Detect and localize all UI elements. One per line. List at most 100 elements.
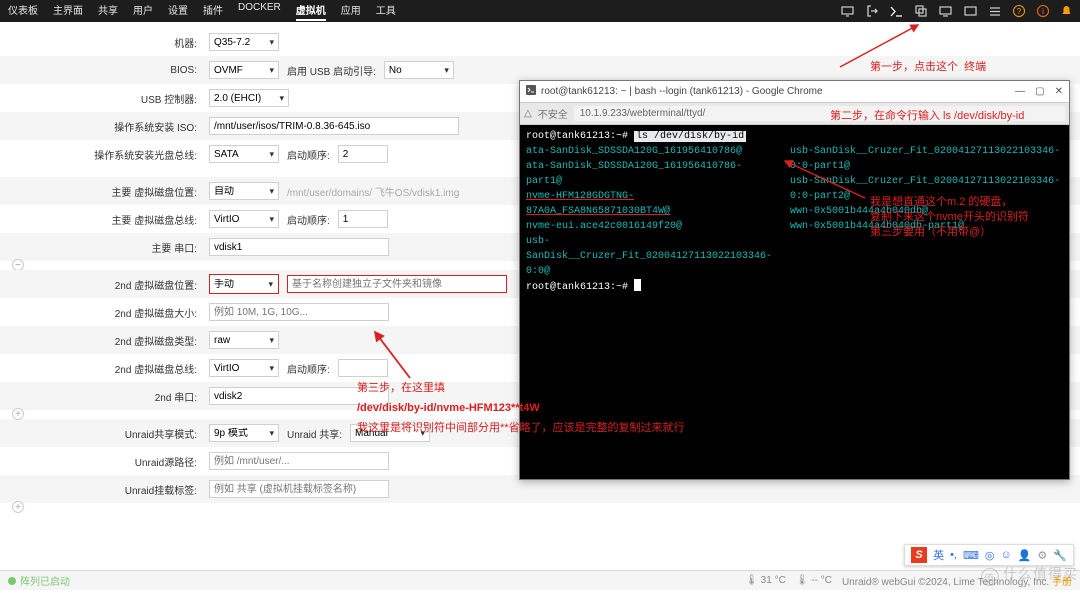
lbl-bios: BIOS: [0,65,205,76]
monitor-icon[interactable] [964,6,977,17]
lbl-boot-order-1: 启动顺序: [287,212,330,227]
lbl-isobus: 操作系统安装光盘总线: [0,147,205,162]
help-icon[interactable]: ? [1013,5,1025,17]
lbl-srcpath: Unraid源路径: [0,454,205,469]
select-vdisk2-type[interactable]: raw [209,331,279,349]
status-dot-icon [8,577,16,585]
input-vdisk2-size[interactable] [209,303,389,321]
terminal-icon[interactable] [890,6,903,17]
ime-wrench-icon[interactable]: 🔧 [1053,549,1067,562]
input-serial2[interactable] [209,387,389,405]
ime-person-icon[interactable]: 👤 [1018,549,1032,562]
terminal-favicon-icon [526,85,536,98]
input-serial1[interactable] [209,238,389,256]
ime-keyboard-icon[interactable]: ⌨ [963,549,979,562]
select-iso-bus[interactable]: SATA [209,145,279,163]
terminal-addressbar: △ 不安全 10.1.9.233/webterminal/ttyd/ [520,103,1069,125]
nav-docker[interactable]: DOCKER [238,2,281,21]
screen-icon[interactable] [841,6,854,17]
minimize-icon[interactable]: — [1015,86,1025,97]
input-boot-order-iso[interactable] [338,145,388,163]
maximize-icon[interactable]: ▢ [1035,86,1044,97]
select-vdisk1-bus[interactable]: VirtIO [209,210,279,228]
add-vdisk-button[interactable]: + [12,408,24,420]
prompt: root@tank61213:~# [526,131,628,142]
input-src-path[interactable] [209,452,389,470]
select-unraid-share[interactable]: Manual [350,424,430,442]
manual-link[interactable]: 手册 [1052,577,1072,588]
select-bios[interactable]: OVMF [209,61,279,79]
ime-lang[interactable]: 英 [933,547,944,563]
nav-menu: 仪表板 主界面 共享 用户 设置 插件 DOCKER 虚拟机 应用 工具 [8,2,396,21]
terminal-title: root@tank61213: ~ | bash --login (tank61… [541,86,823,97]
add-share-button[interactable]: + [12,501,24,513]
nav-shares[interactable]: 共享 [98,2,118,21]
input-vdisk2-path[interactable] [287,275,507,293]
lbl-boot-order-iso: 启动顺序: [287,147,330,162]
copy-icon[interactable] [915,5,927,17]
term-line: nvme-eui.ace42c0016149f20@ [526,219,772,234]
lbl-vdisk2bus: 2nd 虚拟磁盘总线: [0,361,205,376]
lbl-unraid-share: Unraid 共享: [287,426,342,441]
ime-settings-icon[interactable]: ⚙ [1037,549,1047,562]
term-line: wwn-0x5001b444a4b040db@ [790,204,1063,219]
nav-vms[interactable]: 虚拟机 [296,2,326,21]
display-icon[interactable] [939,6,952,17]
select-vdisk1-loc[interactable]: 自动 [209,182,279,200]
nav-main[interactable]: 主界面 [53,2,83,21]
close-icon[interactable]: ✕ [1055,86,1063,97]
terminal-titlebar[interactable]: root@tank61213: ~ | bash --login (tank61… [520,81,1069,103]
nav-users[interactable]: 用户 [133,2,153,21]
terminal-url[interactable]: 10.1.9.233/webterminal/ttyd/ [574,106,1065,121]
list-icon[interactable] [989,6,1001,17]
nav-right-icons: ? i [841,5,1072,17]
select-vdisk2-loc[interactable]: 手动 [210,275,278,293]
ime-clipboard-icon[interactable]: ◎ [985,549,995,562]
lbl-boot-order-2: 启动顺序: [287,361,330,376]
nav-dashboard[interactable]: 仪表板 [8,2,38,21]
lbl-usbc: USB 控制器: [0,91,205,106]
insecure-icon: △ [524,108,532,119]
nav-tools[interactable]: 工具 [376,2,396,21]
input-mount-tag[interactable] [209,480,389,498]
select-share-mode[interactable]: 9p 模式 [209,424,279,442]
term-line: usb-SanDisk__Cruzer_Fit_0200412711302210… [790,144,1063,174]
ime-punct-icon[interactable]: •, [950,549,957,561]
cursor-icon [634,279,641,291]
top-navbar: 仪表板 主界面 共享 用户 设置 插件 DOCKER 虚拟机 应用 工具 ? i [0,0,1080,22]
select-vdisk2-bus[interactable]: VirtIO [209,359,279,377]
select-machine[interactable]: Q35-7.2 [209,33,279,51]
select-usb-controller[interactable]: 2.0 (EHCI) [209,89,289,107]
ime-smiley-icon[interactable]: ☺ [1000,549,1011,561]
footer-bar: 阵列已启动 🌡 31 °C 🌡 -- °C Unraid® webGui ©20… [0,570,1080,590]
lbl-serial1: 主要 串口: [0,240,205,255]
svg-text:i: i [1042,7,1044,16]
select-usb-boot[interactable]: No [384,61,454,79]
ime-toolbar[interactable]: S 英 •, ⌨ ◎ ☺ 👤 ⚙ 🔧 [904,544,1074,566]
temp-1: 🌡 31 °C [745,575,786,586]
term-line: nvme-HFM128GDGTNG-87A0A_FSA8N65871030BT4… [526,189,772,219]
terminal-body[interactable]: root@tank61213:~# ls /dev/disk/by-id ata… [520,125,1069,299]
lbl-vdisk2size: 2nd 虚拟磁盘大小: [0,305,205,320]
temp-2: 🌡 -- °C [796,575,832,586]
input-boot-order-2[interactable] [338,359,388,377]
row-machine: 机器: Q35-7.2 [0,28,1080,56]
info-icon[interactable]: i [1037,5,1049,17]
lbl-vdisk2type: 2nd 虚拟磁盘类型: [0,333,205,348]
term-line: usb-SanDisk__Cruzer_Fit_0200412711302210… [526,234,772,279]
bell-icon[interactable] [1061,5,1072,17]
logout-icon[interactable] [866,5,878,17]
nav-plugins[interactable]: 插件 [203,2,223,21]
nav-settings[interactable]: 设置 [168,2,188,21]
lbl-mounttag: Unraid挂载标签: [0,482,205,497]
svg-text:?: ? [1017,7,1022,16]
terminal-window: root@tank61213: ~ | bash --login (tank61… [519,80,1070,480]
lbl-machine: 机器: [0,35,205,50]
term-line: ata-SanDisk_SDSSDA120G_161956410786@ [526,144,772,159]
hint-vdisk1-path: /mnt/user/domains/ 飞牛OS/vdisk1.img [287,184,459,199]
lbl-vdisk1bus: 主要 虚拟磁盘总线: [0,212,205,227]
nav-apps[interactable]: 应用 [341,2,361,21]
input-iso-path[interactable] [209,117,459,135]
input-boot-order-1[interactable] [338,210,388,228]
footer-credit: Unraid® webGui ©2024, Lime Technology, I… [842,573,1072,588]
